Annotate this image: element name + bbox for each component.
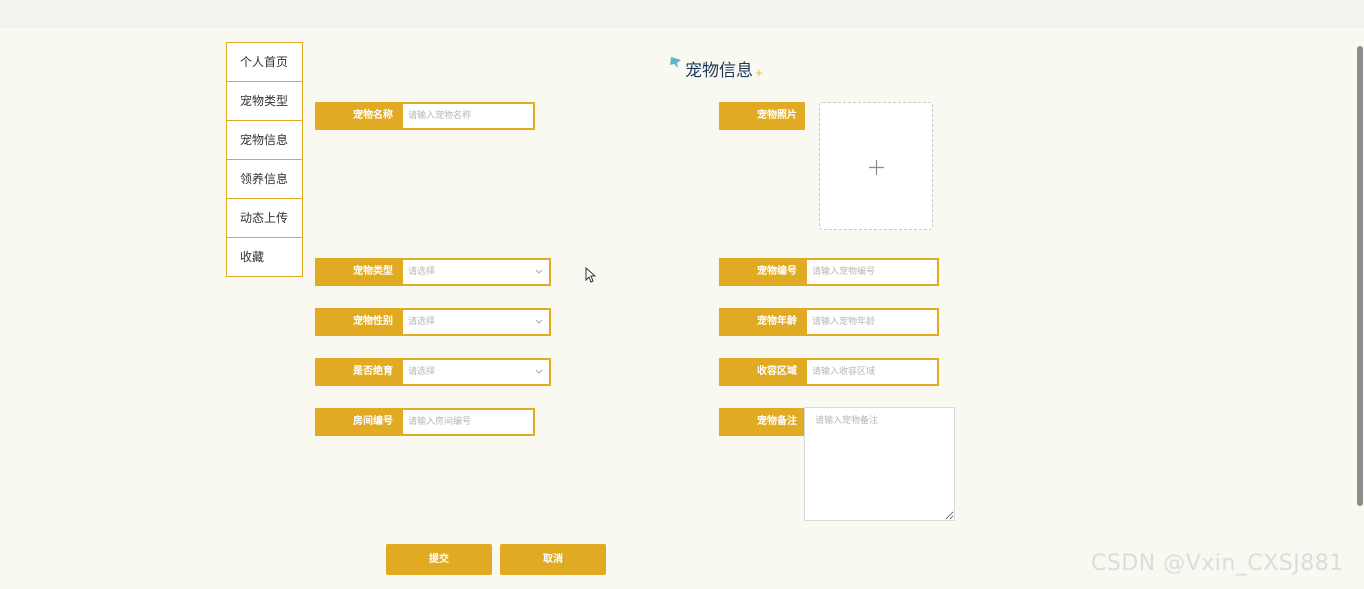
cancel-button[interactable]: 取消 bbox=[500, 544, 606, 575]
pet-notes-field: 宠物备注 bbox=[719, 408, 805, 436]
room-number-input[interactable] bbox=[401, 408, 535, 436]
pet-number-field: 宠物编号 bbox=[719, 258, 939, 286]
shelter-area-field: 收容区域 bbox=[719, 358, 939, 386]
pet-gender-label: 宠物性别 bbox=[315, 308, 401, 336]
pet-notes-label: 宠物备注 bbox=[719, 408, 805, 436]
pet-gender-field: 宠物性别 请选择 bbox=[315, 308, 551, 336]
shelter-area-label: 收容区域 bbox=[719, 358, 805, 386]
pet-name-label: 宠物名称 bbox=[315, 102, 401, 130]
photo-upload-box[interactable] bbox=[819, 102, 933, 230]
pet-type-field: 宠物类型 请选择 bbox=[315, 258, 551, 286]
sterilized-placeholder: 请选择 bbox=[408, 367, 436, 377]
top-bar bbox=[0, 0, 1364, 28]
watermark: CSDN @Vxin_CXSJ881 bbox=[1091, 551, 1344, 576]
pet-number-input[interactable] bbox=[805, 258, 939, 286]
pet-name-input[interactable] bbox=[401, 102, 535, 130]
pet-notes-textarea[interactable] bbox=[804, 407, 955, 521]
page-scrollbar[interactable] bbox=[1356, 28, 1364, 589]
sidebar-item-adoption[interactable]: 领养信息 bbox=[227, 160, 302, 199]
pin-icon bbox=[670, 57, 681, 68]
pet-gender-placeholder: 请选择 bbox=[408, 317, 436, 327]
room-number-field: 房间编号 bbox=[315, 408, 535, 436]
pet-type-select[interactable]: 请选择 bbox=[401, 258, 551, 286]
sidebar-item-upload[interactable]: 动态上传 bbox=[227, 199, 302, 238]
scrollbar-thumb[interactable] bbox=[1357, 46, 1363, 506]
pet-photo-field: 宠物照片 bbox=[719, 102, 805, 130]
pet-name-field: 宠物名称 bbox=[315, 102, 535, 130]
chevron-down-icon bbox=[535, 369, 543, 374]
pet-age-input[interactable] bbox=[805, 308, 939, 336]
sidebar-item-favorites[interactable]: 收藏 bbox=[227, 238, 302, 276]
pet-age-field: 宠物年龄 bbox=[719, 308, 939, 336]
pet-photo-label: 宠物照片 bbox=[719, 102, 805, 130]
sparkle-icon bbox=[755, 69, 763, 77]
page-title-text: 宠物信息 bbox=[685, 60, 753, 81]
chevron-down-icon bbox=[535, 319, 543, 324]
submit-button[interactable]: 提交 bbox=[386, 544, 492, 575]
sterilized-label: 是否绝育 bbox=[315, 358, 401, 386]
page-title: 宠物信息 bbox=[669, 54, 763, 82]
sidebar-item-home[interactable]: 个人首页 bbox=[227, 43, 302, 82]
mouse-cursor-icon bbox=[585, 267, 596, 283]
pet-gender-select[interactable]: 请选择 bbox=[401, 308, 551, 336]
pet-type-placeholder: 请选择 bbox=[408, 267, 436, 277]
sidebar-nav: 个人首页 宠物类型 宠物信息 领养信息 动态上传 收藏 bbox=[226, 42, 303, 277]
shelter-area-input[interactable] bbox=[805, 358, 939, 386]
plus-icon bbox=[869, 160, 884, 175]
sidebar-item-pet-info[interactable]: 宠物信息 bbox=[227, 121, 302, 160]
chevron-down-icon bbox=[535, 269, 543, 274]
sidebar-item-pet-type[interactable]: 宠物类型 bbox=[227, 82, 302, 121]
sterilized-select[interactable]: 请选择 bbox=[401, 358, 551, 386]
sterilized-field: 是否绝育 请选择 bbox=[315, 358, 551, 386]
pet-age-label: 宠物年龄 bbox=[719, 308, 805, 336]
pet-type-label: 宠物类型 bbox=[315, 258, 401, 286]
room-number-label: 房间编号 bbox=[315, 408, 401, 436]
pet-number-label: 宠物编号 bbox=[719, 258, 805, 286]
